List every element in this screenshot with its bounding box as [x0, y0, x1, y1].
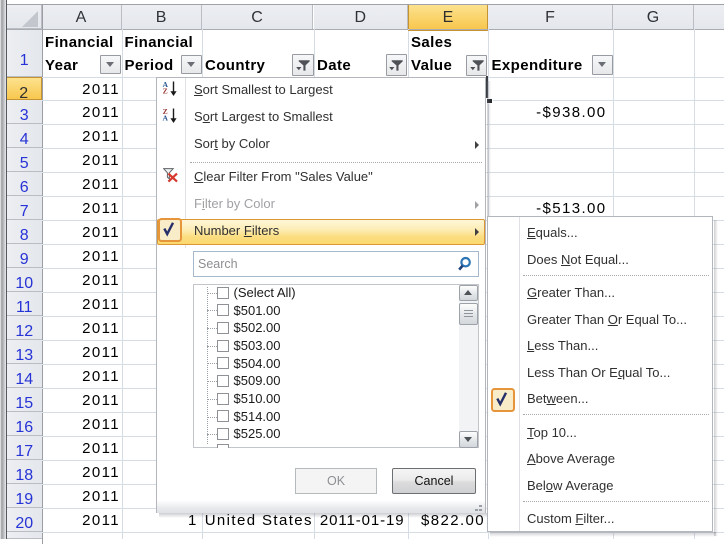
svg-text:A: A: [162, 113, 168, 122]
svg-text:Z: Z: [162, 87, 167, 96]
